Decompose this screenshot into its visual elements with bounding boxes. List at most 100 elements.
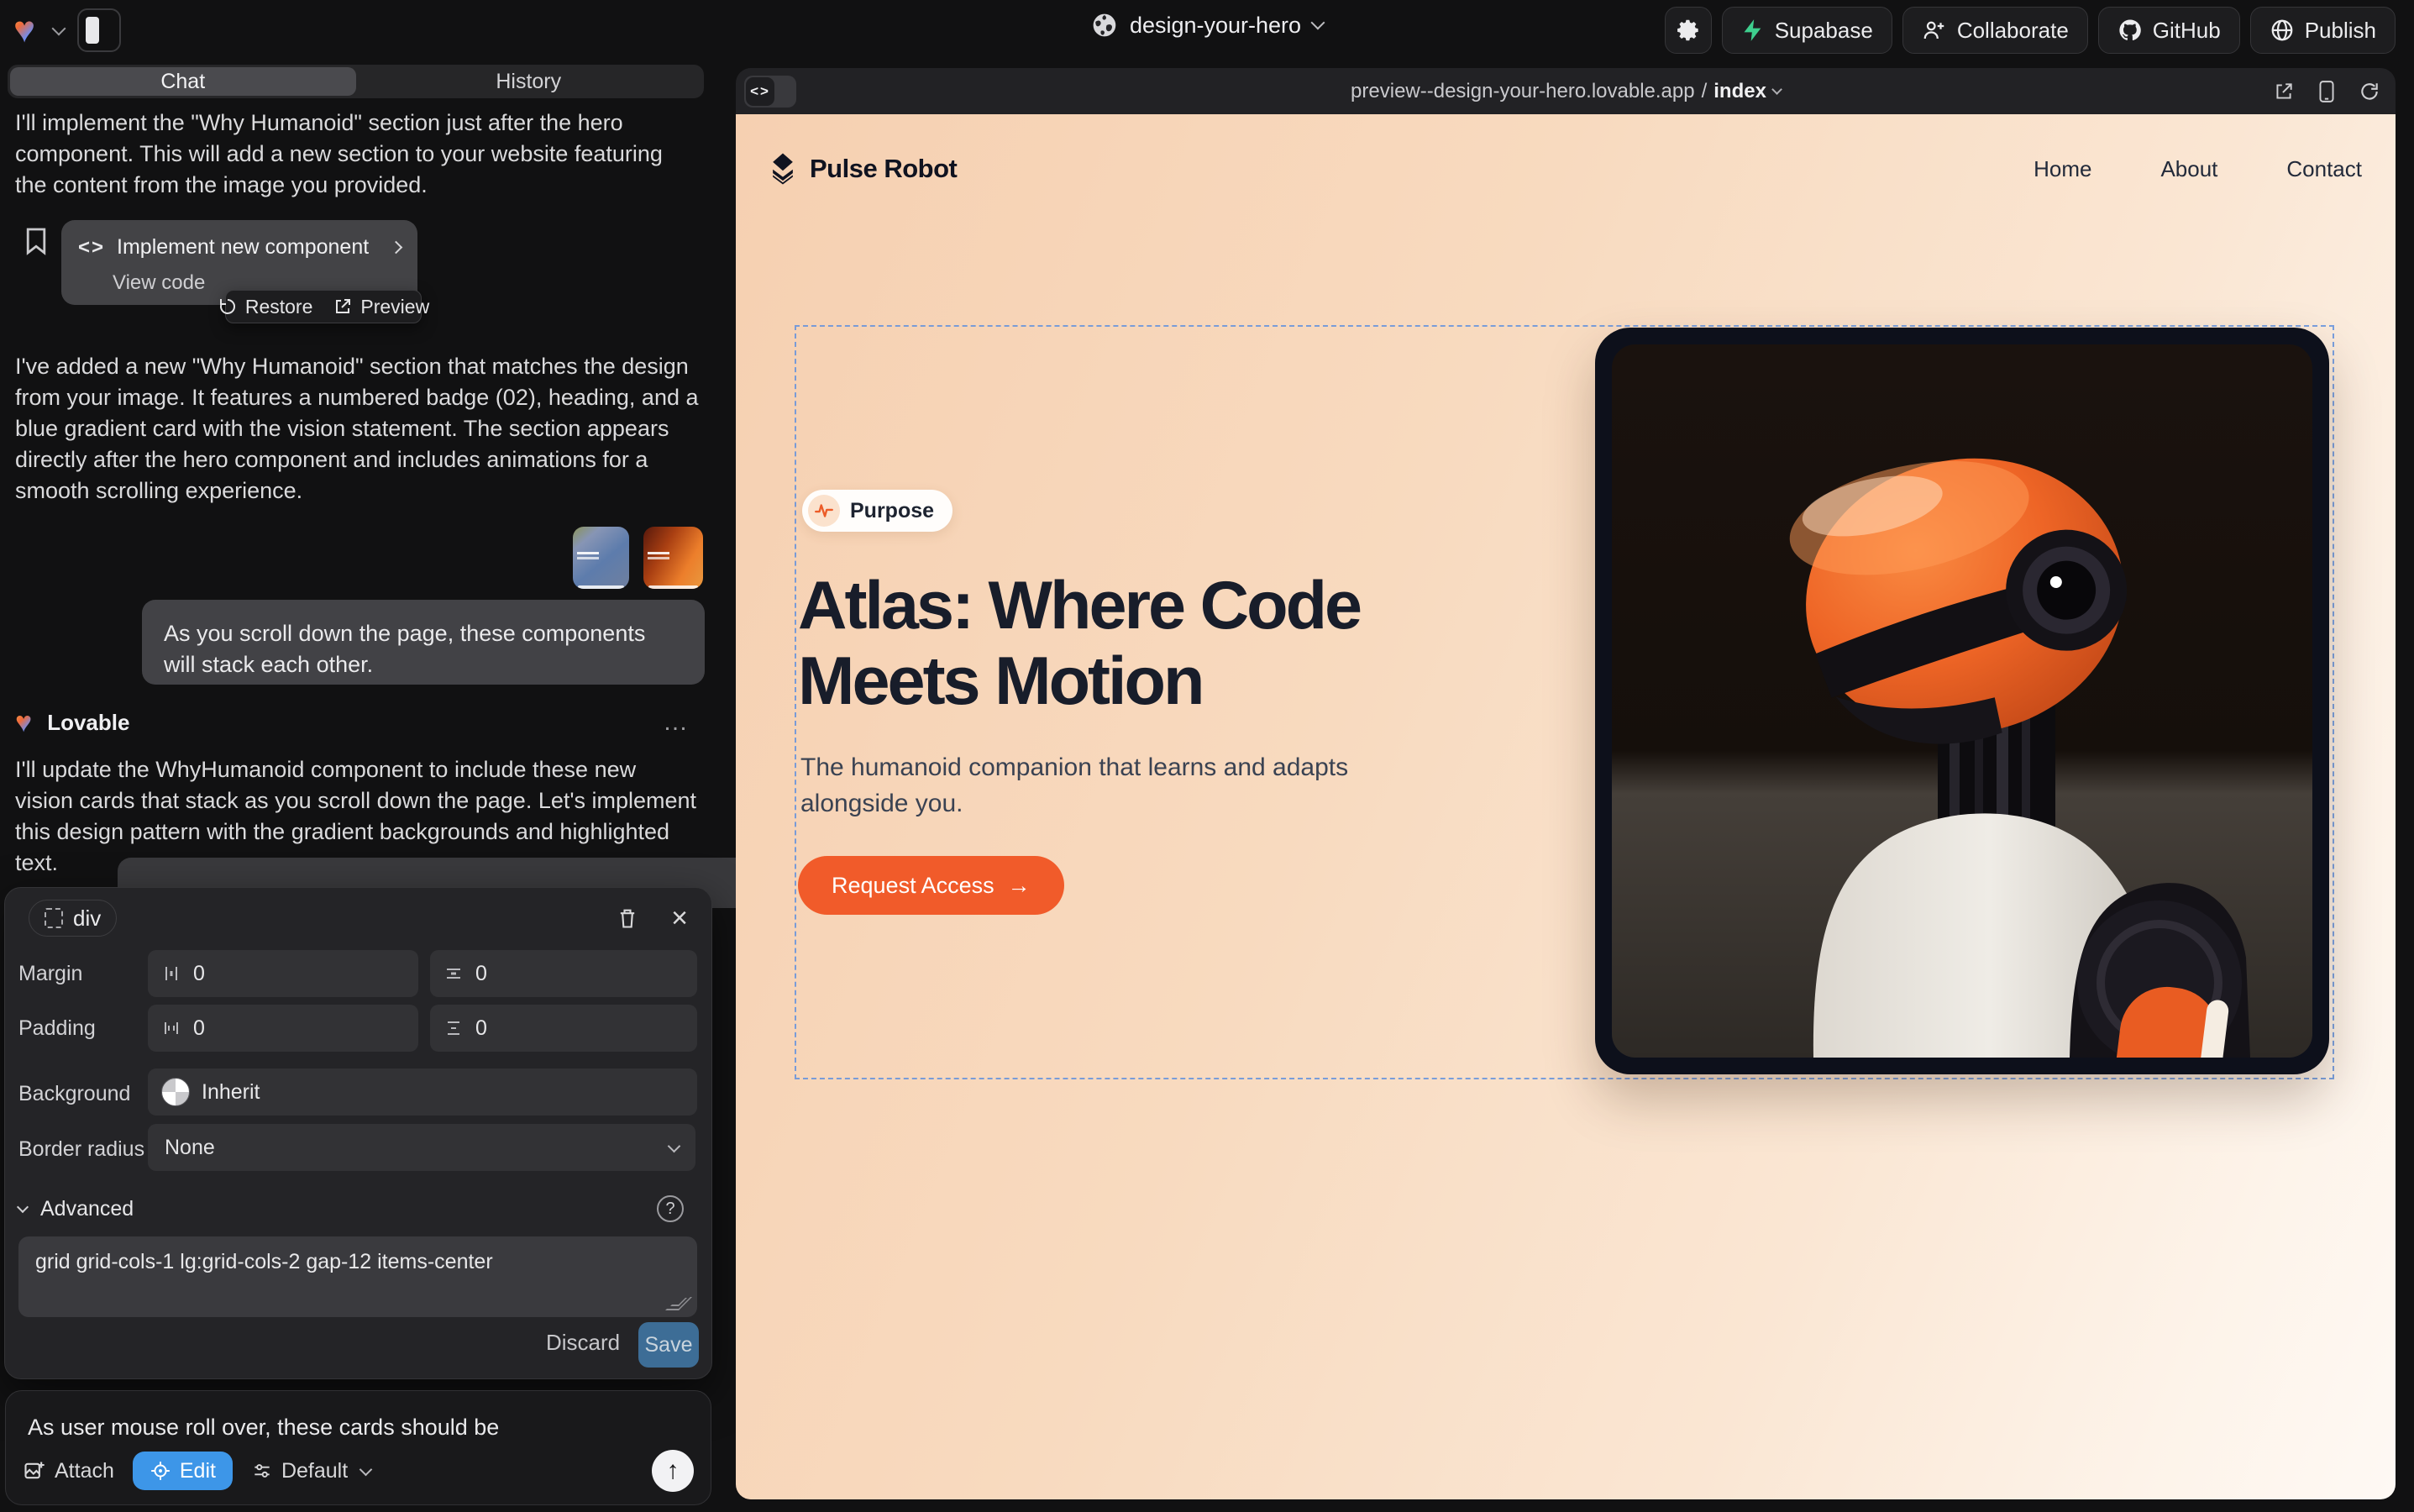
background-field[interactable]: Inherit xyxy=(148,1068,697,1116)
attachment-thumbnail-blue[interactable] xyxy=(573,527,629,589)
publish-button[interactable]: Publish xyxy=(2250,7,2396,54)
padding-label: Padding xyxy=(18,1016,96,1041)
hero-title-line1: Atlas: Where Code xyxy=(798,568,1360,643)
inspector-header: div × xyxy=(5,888,711,948)
send-button[interactable]: ↑ xyxy=(652,1450,694,1492)
advanced-section-toggle[interactable]: Advanced ? xyxy=(18,1195,690,1222)
mode-dropdown[interactable]: Default xyxy=(251,1459,370,1483)
composer-input[interactable]: As user mouse roll over, these cards sho… xyxy=(28,1415,499,1441)
attachment-thumbnail-orange[interactable] xyxy=(643,527,703,589)
url-host: preview--design-your-hero.lovable.app xyxy=(1351,80,1695,103)
open-in-new-icon[interactable] xyxy=(2273,81,2295,102)
padding-y-icon xyxy=(443,1018,464,1038)
advanced-label: Advanced xyxy=(40,1197,134,1221)
padding-y-input[interactable] xyxy=(475,1016,559,1041)
layers-logo-icon xyxy=(768,152,798,186)
pulse-icon-wrap xyxy=(808,495,840,527)
project-dropdown[interactable]: design-your-hero xyxy=(1091,12,1323,39)
code-icon: <> xyxy=(78,236,105,260)
lovable-logo-icon[interactable]: ♥ xyxy=(13,10,35,50)
github-button[interactable]: GitHub xyxy=(2098,7,2240,54)
url-separator: / xyxy=(1702,80,1708,103)
publish-label: Publish xyxy=(2305,18,2376,44)
supabase-icon xyxy=(1741,18,1765,42)
nav-contact[interactable]: Contact xyxy=(2286,156,2362,182)
border-radius-value: None xyxy=(165,1136,215,1160)
external-link-icon xyxy=(333,297,353,317)
close-icon[interactable]: × xyxy=(671,902,688,935)
lovable-app: ♥ design-your-hero Supabase xyxy=(0,0,2414,1512)
hero-image-card xyxy=(1595,328,2329,1074)
nav-about[interactable]: About xyxy=(2160,156,2217,182)
supabase-label: Supabase xyxy=(1775,18,1873,44)
code-view-toggle[interactable]: <> xyxy=(744,76,796,108)
padding-y-field[interactable] xyxy=(430,1005,697,1052)
assistant-message-1: I'll implement the "Why Humanoid" sectio… xyxy=(15,108,699,201)
tab-history[interactable]: History xyxy=(356,67,702,96)
brand-name: Pulse Robot xyxy=(810,154,957,184)
top-bar: ♥ design-your-hero Supabase xyxy=(0,0,2414,61)
margin-y-input[interactable] xyxy=(475,962,559,986)
site-header: Pulse Robot Home About Contact xyxy=(768,148,2362,190)
component-card-title: Implement new component xyxy=(117,235,369,260)
chevron-right-icon xyxy=(390,241,403,255)
transparency-swatch-icon xyxy=(161,1078,190,1106)
mobile-view-icon[interactable] xyxy=(2317,80,2337,103)
url-page: index xyxy=(1713,80,1766,103)
margin-y-icon xyxy=(443,963,464,984)
margin-y-field[interactable] xyxy=(430,950,697,997)
arrow-right-icon: → xyxy=(1008,873,1031,899)
robot-illustration xyxy=(1612,344,2312,1058)
sidebar-toggle-button[interactable] xyxy=(77,8,121,52)
trash-icon[interactable] xyxy=(616,906,639,931)
assistant-header: ♥ Lovable … xyxy=(15,706,704,739)
site-brand[interactable]: Pulse Robot xyxy=(768,152,957,186)
settings-button[interactable] xyxy=(1665,7,1712,54)
restore-button[interactable]: Restore xyxy=(218,296,313,318)
publish-globe-icon xyxy=(2270,18,2295,43)
border-radius-select[interactable]: None xyxy=(148,1124,695,1171)
selected-element-chip[interactable]: div xyxy=(29,900,117,937)
thumbnail-text xyxy=(648,552,669,554)
padding-x-field[interactable] xyxy=(148,1005,418,1052)
refresh-icon[interactable] xyxy=(2359,81,2380,102)
discard-button[interactable]: Discard xyxy=(546,1330,620,1356)
edit-mode-button[interactable]: Edit xyxy=(133,1452,233,1490)
supabase-button[interactable]: Supabase xyxy=(1722,7,1892,54)
bookmark-icon[interactable] xyxy=(24,227,48,255)
chevron-down-icon xyxy=(359,1462,373,1476)
logo-chevron-icon[interactable] xyxy=(52,22,66,36)
mode-label: Default xyxy=(281,1459,348,1483)
preview-controls xyxy=(2273,68,2380,114)
assistant-name: Lovable xyxy=(47,710,129,736)
help-icon[interactable]: ? xyxy=(657,1195,684,1222)
request-access-button[interactable]: Request Access → xyxy=(798,856,1064,915)
robot-image xyxy=(1612,344,2312,1058)
attach-button[interactable]: Attach xyxy=(23,1459,114,1483)
preview-frame: <> preview--design-your-hero.lovable.app… xyxy=(736,68,2396,1499)
nav-home[interactable]: Home xyxy=(2034,156,2091,182)
chat-history-tabs: Chat History xyxy=(8,65,704,98)
classes-textarea[interactable]: grid grid-cols-1 lg:grid-cols-2 gap-12 i… xyxy=(18,1236,697,1317)
collaborate-icon xyxy=(1922,18,1947,43)
github-icon xyxy=(2117,18,2143,43)
preview-url[interactable]: preview--design-your-hero.lovable.app / … xyxy=(1351,68,1781,114)
attach-label: Attach xyxy=(55,1459,114,1483)
chevron-down-icon xyxy=(1771,84,1782,95)
padding-x-input[interactable] xyxy=(193,1016,277,1041)
message-menu-button[interactable]: … xyxy=(663,708,690,737)
chat-composer[interactable]: As user mouse roll over, these cards sho… xyxy=(5,1390,711,1505)
thumbnail-text xyxy=(577,552,599,554)
margin-x-input[interactable] xyxy=(193,962,277,986)
collaborate-button[interactable]: Collaborate xyxy=(1902,7,2088,54)
background-label: Background xyxy=(18,1082,130,1106)
save-button[interactable]: Save xyxy=(638,1322,699,1368)
purpose-label: Purpose xyxy=(850,499,934,523)
composer-toolbar: Attach Edit Default ↑ xyxy=(23,1451,694,1491)
margin-x-field[interactable] xyxy=(148,950,418,997)
preview-button[interactable]: Preview xyxy=(333,296,429,318)
hero-title: Atlas: Where Code Meets Motion xyxy=(798,568,1360,719)
purpose-badge: Purpose xyxy=(802,490,952,532)
tab-chat[interactable]: Chat xyxy=(10,67,356,96)
site-nav: Home About Contact xyxy=(2034,156,2362,182)
